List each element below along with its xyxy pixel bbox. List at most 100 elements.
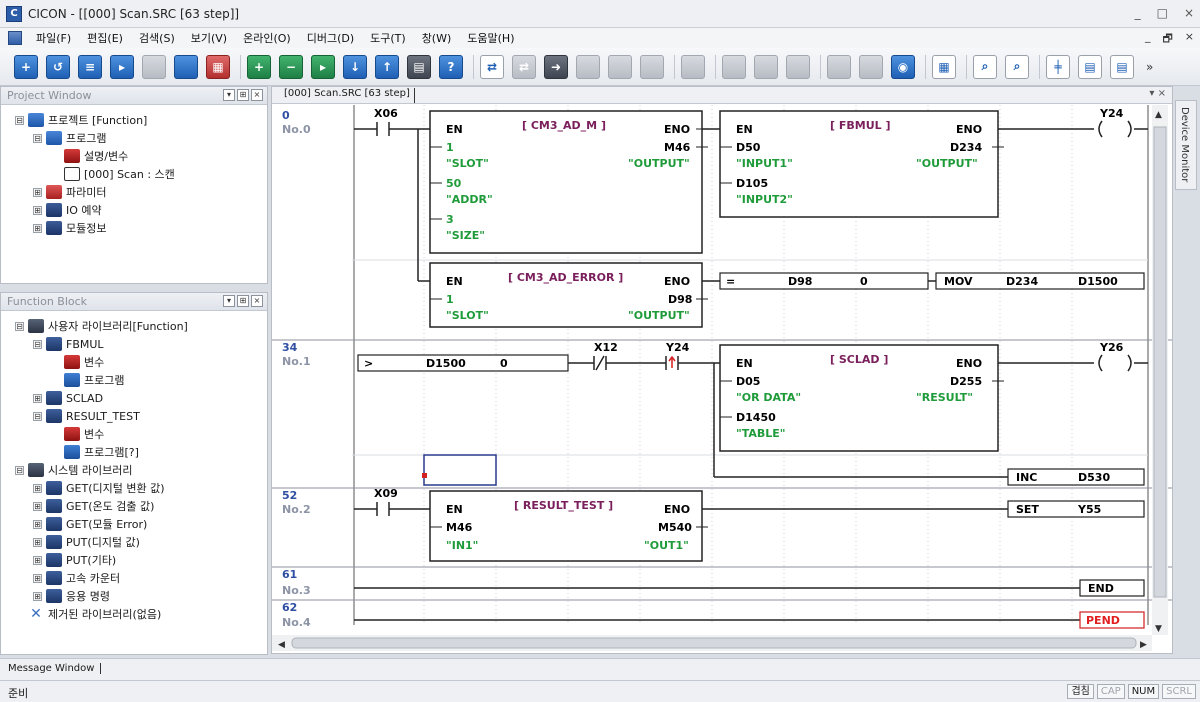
expand-icon[interactable]: ⊞ — [33, 223, 42, 233]
expand-icon[interactable]: ⊞ — [33, 591, 42, 601]
variable-view-icon[interactable]: ▤ — [1078, 54, 1102, 79]
compile-icon[interactable]: ▸ — [311, 54, 335, 79]
tree-item[interactable]: ⊞ GET(디지털 변환 값) — [1, 479, 267, 497]
new-project-icon[interactable]: + — [14, 54, 38, 79]
expand-icon[interactable]: ⊞ — [33, 205, 42, 215]
collapse-icon[interactable]: ⊟ — [33, 133, 42, 143]
tree-item[interactable]: ⊞ PUT(디지털 값) — [1, 533, 267, 551]
upload-icon[interactable]: ↑ — [375, 54, 399, 79]
pane-pin-icon[interactable]: ⊞ — [237, 295, 249, 307]
function-block-sclad[interactable]: EN [ SCLAD ] ENO D255 "RESULT" D05 "OR D… — [719, 344, 1004, 452]
device-monitor-tab[interactable]: Device Monitor — [1175, 100, 1197, 190]
open-project-icon[interactable]: ↺ — [46, 54, 70, 79]
expand-icon[interactable]: ⊞ — [33, 573, 42, 583]
tree-item[interactable]: ⊞ PUT(기타) — [1, 551, 267, 569]
horizontal-scrollbar[interactable]: ◀ ▶ — [272, 635, 1152, 651]
close-button[interactable]: × — [1184, 6, 1194, 20]
find-next-icon[interactable]: ⌕ — [1005, 54, 1029, 79]
tree-item[interactable]: ✕ 제거된 라이브러리(없음) — [1, 605, 267, 623]
tree-item[interactable]: ⊞ 파라미터 — [1, 183, 267, 201]
tree-item[interactable]: ⊟ 시스템 라이브러리 — [1, 461, 267, 479]
mov-instruction[interactable]: MOV D234 D1500 — [935, 272, 1145, 290]
set-instruction[interactable]: SET Y55 — [1007, 500, 1145, 518]
tree-item[interactable]: 설명/변수 — [1, 147, 267, 165]
open-file-icon[interactable]: ▸ — [110, 54, 134, 79]
globe-icon[interactable]: ◉ — [891, 54, 915, 79]
comment-view-icon[interactable]: ▤ — [1110, 54, 1134, 79]
tree-item[interactable]: ⊞ 모듈정보 — [1, 219, 267, 237]
tree-item[interactable]: 프로그램[?] — [1, 443, 267, 461]
doc-close-button[interactable]: × — [1185, 30, 1194, 49]
tree-item[interactable]: ⊞ IO 예약 — [1, 201, 267, 219]
menu-tools[interactable]: 도구(T) — [362, 30, 414, 46]
tree-item[interactable]: ⊞ GET(모듈 Error) — [1, 515, 267, 533]
menu-edit[interactable]: 편집(E) — [79, 30, 131, 46]
end-instruction[interactable]: END — [1079, 579, 1145, 597]
pane-dropdown-icon[interactable]: ▾ — [223, 295, 235, 307]
expand-icon[interactable]: ⊞ — [33, 501, 42, 511]
new-file-icon[interactable]: ≡ — [78, 54, 102, 79]
tree-item[interactable]: ⊞ SCLAD — [1, 389, 267, 407]
editor-tab-controls[interactable]: ▾ × — [1149, 88, 1166, 99]
contact-x12-nc[interactable] — [593, 355, 666, 371]
menu-online[interactable]: 온라인(O) — [235, 30, 299, 46]
monitor-arrow-icon[interactable]: ➜ — [544, 54, 568, 79]
arrows-icon[interactable]: ⇄ — [480, 54, 504, 79]
ladder-view-icon[interactable]: ╪ — [1046, 54, 1070, 79]
collapse-icon[interactable]: ⊟ — [15, 115, 24, 125]
function-block-cm3-ad-error[interactable]: EN [ CM3_AD_ERROR ] ENO D98 "OUTPUT" 1 "… — [429, 262, 708, 328]
contact-x09[interactable] — [354, 502, 430, 516]
coil-y24[interactable] — [1098, 120, 1148, 138]
expand-icon[interactable]: ⊞ — [33, 393, 42, 403]
find-icon[interactable]: ⌕ — [973, 54, 997, 79]
tree-item[interactable]: ⊞ 고속 카운터 — [1, 569, 267, 587]
download-icon[interactable]: ↓ — [343, 54, 367, 79]
grid-icon[interactable]: ▦ — [206, 54, 230, 79]
print-icon[interactable]: ▤ — [407, 54, 431, 79]
expand-icon[interactable]: ⊞ — [33, 555, 42, 565]
tree-item[interactable]: ⊟ FBMUL — [1, 335, 267, 353]
expand-icon[interactable]: ⊞ — [33, 537, 42, 547]
toolbar-overflow-icon[interactable]: » — [1146, 60, 1153, 74]
function-block-result-test[interactable]: EN [ RESULT_TEST ] ENO M540 "OUT1" M46 "… — [429, 490, 708, 562]
tree-item[interactable]: 변수 — [1, 353, 267, 371]
function-block-fbmul[interactable]: EN [ FBMUL ] ENO D234 "OUTPUT" D50 "INPU… — [719, 110, 1004, 218]
save-icon[interactable] — [142, 54, 166, 79]
tree-item[interactable]: ⊞ 응용 명령 — [1, 587, 267, 605]
menu-search[interactable]: 검색(S) — [131, 30, 183, 46]
compile-remove-icon[interactable]: − — [279, 54, 303, 79]
collapse-icon[interactable]: ⊟ — [33, 411, 42, 421]
menu-file[interactable]: 파일(F) — [28, 30, 79, 46]
expand-icon[interactable]: ⊞ — [33, 519, 42, 529]
save-all-icon[interactable] — [174, 54, 198, 79]
document-icon[interactable] — [8, 31, 22, 45]
cursor-selection[interactable] — [423, 454, 497, 486]
ladder-diagram[interactable]: 0 No.0 34 No.1 52 No.2 61 No.3 62 No.4 X… — [272, 105, 1172, 653]
vertical-scrollbar[interactable]: ▲ ▼ — [1152, 105, 1168, 635]
tree-item[interactable]: 변수 — [1, 425, 267, 443]
menu-view[interactable]: 보기(V) — [183, 30, 235, 46]
tree-item[interactable]: ⊟ RESULT_TEST — [1, 407, 267, 425]
tree-item[interactable]: ⊟ 프로젝트 [Function] — [1, 111, 267, 129]
collapse-icon[interactable]: ⊟ — [15, 321, 24, 331]
function-block-cm3-ad-m[interactable]: EN [ CM3_AD_M ] ENO M46 "OUTPUT" 1 "SLOT… — [429, 110, 708, 254]
expand-icon[interactable]: ⊞ — [33, 187, 42, 197]
expand-icon[interactable]: ⊞ — [33, 483, 42, 493]
pane-close-icon[interactable]: × — [251, 89, 263, 101]
collapse-icon[interactable]: ⊟ — [15, 465, 24, 475]
pane-pin-icon[interactable]: ⊞ — [237, 89, 249, 101]
pend-instruction[interactable]: PEND — [1079, 611, 1145, 629]
pane-close-icon[interactable]: × — [251, 295, 263, 307]
device-settings-icon[interactable]: ▦ — [932, 54, 956, 79]
contact-y24-rising[interactable] — [665, 355, 720, 370]
tree-item[interactable]: ⊟ 사용자 라이브러리[Function] — [1, 317, 267, 335]
coil-y26[interactable] — [1098, 354, 1148, 372]
doc-restore-button[interactable]: 🗗 — [1162, 30, 1172, 49]
maximize-button[interactable]: □ — [1157, 6, 1168, 20]
compare-equal-instruction[interactable]: = D98 0 — [719, 272, 929, 290]
tree-item[interactable]: [000] Scan : 스캔 — [1, 165, 267, 183]
menu-window[interactable]: 창(W) — [414, 30, 460, 46]
menu-help[interactable]: 도움말(H) — [459, 30, 522, 46]
tab-scan-src[interactable]: [000] Scan.SRC [63 step] — [280, 88, 415, 103]
tree-item[interactable]: ⊟ 프로그램 — [1, 129, 267, 147]
